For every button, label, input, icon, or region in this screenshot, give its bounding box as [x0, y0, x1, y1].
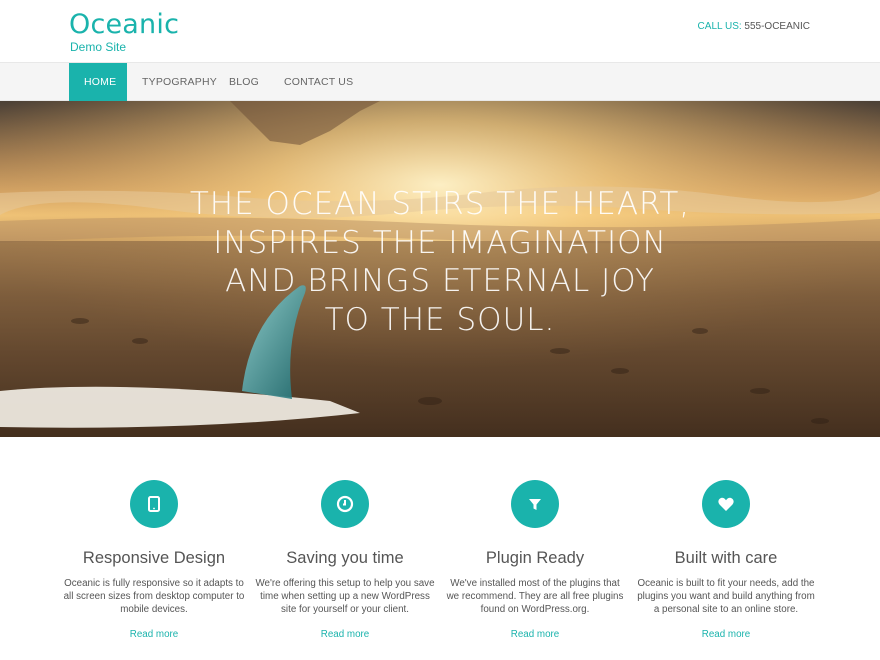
feature-title: Built with care: [674, 549, 778, 567]
read-more-link[interactable]: Read more: [702, 629, 750, 640]
feature-description: We're offering this setup to help you sa…: [255, 578, 435, 615]
clock-icon: [336, 495, 354, 513]
site-title[interactable]: Oceanic: [69, 9, 179, 40]
nav-item-home[interactable]: HOME: [69, 63, 127, 101]
feature-responsive-design: Responsive Design Oceanic is fully respo…: [59, 480, 249, 642]
site-header: Oceanic Demo Site CALL US: 555-OCEANIC: [0, 0, 880, 62]
feature-icon-circle: [702, 480, 750, 528]
feature-description: Oceanic is built to fit your needs, add …: [637, 578, 815, 615]
feature-icon-circle: [511, 480, 559, 528]
feature-icon-circle: [321, 480, 369, 528]
contact-phone: 555-OCEANIC: [744, 21, 810, 32]
hero-line: AND BRINGS ETERNAL JOY: [225, 263, 655, 299]
hero-line: INSPIRES THE IMAGINATION: [213, 224, 667, 261]
feature-description: We've installed most of the plugins that…: [446, 578, 624, 615]
heart-icon: [718, 497, 734, 511]
hero-heading: THE OCEAN STIRS THE HEART, INSPIRES THE …: [120, 185, 760, 339]
nav-item-contact-us[interactable]: CONTACT US: [269, 63, 368, 101]
feature-title: Plugin Ready: [485, 549, 585, 567]
read-more-link[interactable]: Read more: [321, 629, 369, 640]
feature-title: Saving you time: [286, 549, 404, 567]
hero-line: THE OCEAN STIRS THE HEART,: [189, 186, 691, 222]
read-more-link[interactable]: Read more: [511, 629, 559, 640]
filter-icon: [529, 499, 541, 510]
site-tagline: Demo Site: [70, 40, 127, 54]
tablet-icon: [148, 496, 160, 512]
feature-plugin-ready: Plugin Ready We've installed most of the…: [440, 480, 630, 642]
feature-title: Responsive Design: [82, 549, 226, 567]
hero-banner: THE OCEAN STIRS THE HEART, INSPIRES THE …: [0, 101, 880, 437]
nav-item-blog[interactable]: BLOG: [214, 63, 274, 101]
feature-icon-circle: [130, 480, 178, 528]
feature-saving-time: Saving you time We're offering this setu…: [250, 480, 440, 642]
main-nav: HOME TYPOGRAPHY BLOG CONTACT US: [0, 62, 880, 101]
contact-label: CALL US:: [697, 21, 742, 32]
header-contact: CALL US: 555-OCEANIC: [698, 21, 810, 32]
feature-description: Oceanic is fully responsive so it adapts…: [63, 578, 245, 615]
feature-built-with-care: Built with care Oceanic is built to fit …: [631, 480, 821, 642]
read-more-link[interactable]: Read more: [130, 629, 178, 640]
hero-line: TO THE SOUL.: [324, 301, 556, 338]
